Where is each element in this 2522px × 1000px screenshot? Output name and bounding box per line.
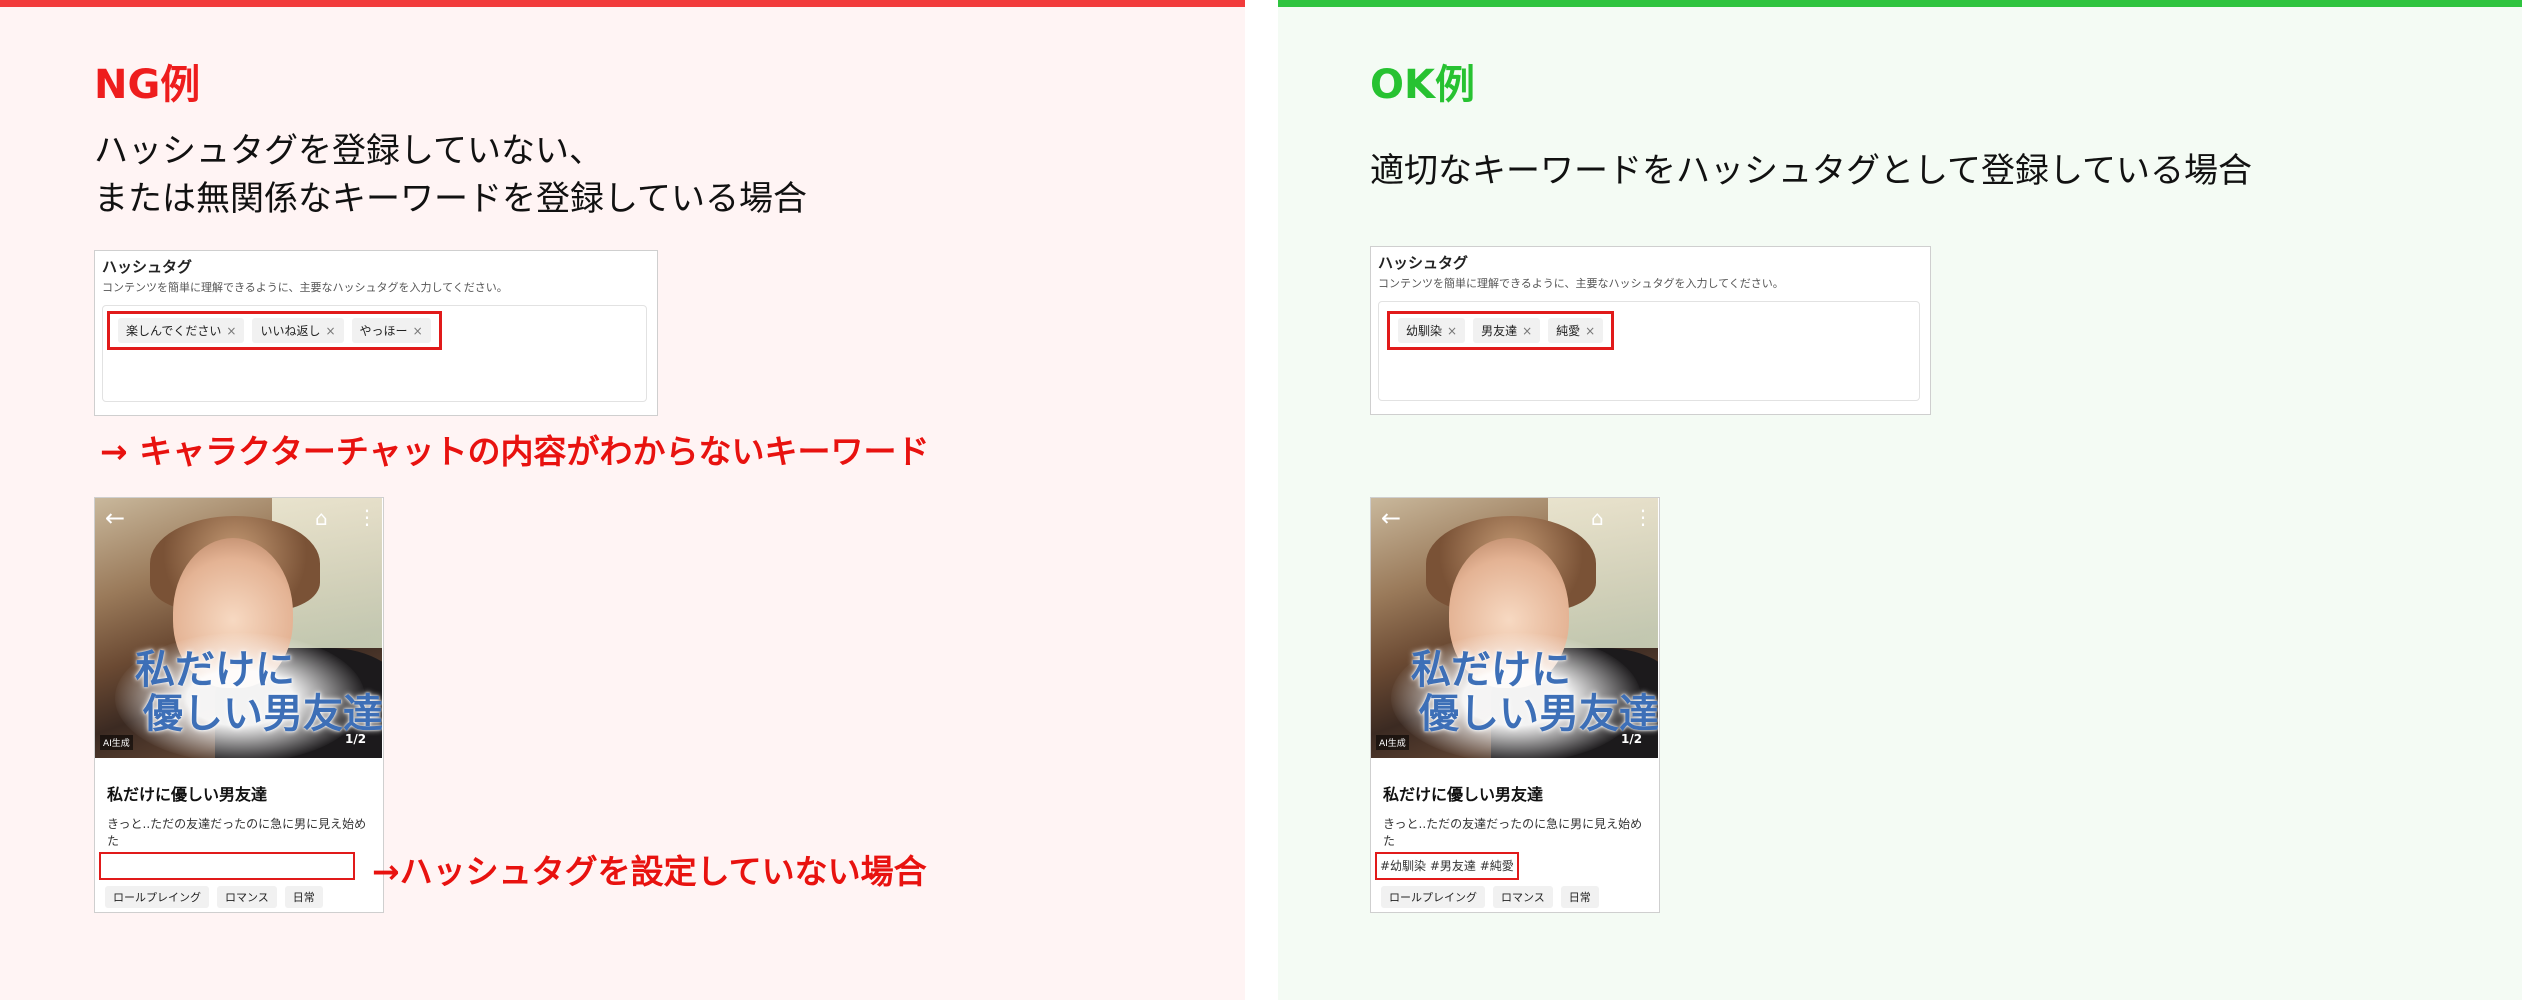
hashtag-chip[interactable]: 楽しんでください × (118, 318, 245, 343)
genre-tags: ロールプレイング ロマンス 日常 (1381, 886, 1599, 908)
hashtag-chip-label: 男友達 (1481, 324, 1518, 338)
genre-tag[interactable]: 日常 (1560, 886, 1599, 908)
hashtag-help-text: コンテンツを簡単に理解できるように、主要なハッシュタグを入力してください。 (1378, 277, 1784, 290)
hashtag-highlight[interactable]: #幼馴染 #男友達 #純愛 (1375, 852, 1519, 880)
image-pager: 1/2 (1621, 732, 1643, 746)
image-title-logo: 私だけに 優しい男友達 (1411, 646, 1658, 737)
genre-tag[interactable]: ロールプレイング (1381, 886, 1485, 908)
ng-description-line: ハッシュタグを登録していない、 (94, 131, 603, 171)
more-vertical-icon[interactable]: ⋮ (357, 505, 377, 529)
ai-generated-badge: AI生成 (1376, 735, 1409, 750)
genre-tags: ロールプレイング ロマンス 日常 (105, 886, 323, 908)
back-arrow-icon[interactable]: ← (105, 504, 125, 532)
genre-tag[interactable]: ロールプレイング (105, 886, 209, 908)
hashtag-chip-label: 純愛 (1556, 324, 1581, 338)
hashtag-label: ハッシュタグ (1378, 254, 1469, 272)
hashtag-chip[interactable]: いいね返し × (252, 318, 344, 343)
close-icon[interactable]: × (325, 324, 335, 338)
genre-tag[interactable]: 日常 (284, 886, 323, 908)
close-icon[interactable]: × (1585, 324, 1595, 338)
genre-tag[interactable]: ロマンス (217, 886, 277, 908)
hashtag-chip-label: 幼馴染 (1406, 324, 1443, 338)
hashtag-highlight-empty (99, 852, 355, 880)
ng-description-line: または無関係なキーワードを登録している場合 (94, 179, 807, 219)
ok-title: OK例 (1370, 62, 1475, 108)
more-vertical-icon[interactable]: ⋮ (1633, 505, 1653, 529)
close-icon[interactable]: × (1522, 324, 1532, 338)
hashtag-help-text: コンテンツを簡単に理解できるように、主要なハッシュタグを入力してください。 (102, 281, 508, 294)
hashtag-chip-label: やっほー (359, 324, 408, 338)
close-icon[interactable]: × (413, 324, 423, 338)
ok-tag-highlight: 幼馴染 × 男友達 × 純愛 × (1387, 311, 1615, 350)
ng-hashtag-annotation: →ハッシュタグを設定していない場合 (372, 852, 927, 891)
hashtag-chip[interactable]: 男友達 × (1473, 318, 1541, 343)
close-icon[interactable]: × (1447, 324, 1457, 338)
genre-tag[interactable]: ロマンス (1493, 886, 1553, 908)
character-image: 私だけに 優しい男友達 ← ⌂ ⋮ AI生成 1/2 (1371, 498, 1658, 758)
character-name: 私だけに優しい男友達 (107, 785, 268, 804)
ok-description-line: 適切なキーワードをハッシュタグとして登録している場合 (1370, 151, 2252, 191)
hashtag-chip[interactable]: 幼馴染 × (1398, 318, 1466, 343)
ng-character-card[interactable]: 私だけに 優しい男友達 ← ⌂ ⋮ AI生成 1/2 私だけに優しい男友達 きっ… (94, 497, 384, 913)
home-icon[interactable]: ⌂ (315, 506, 328, 530)
ng-hashtag-form: ハッシュタグ コンテンツを簡単に理解できるように、主要なハッシュタグを入力してく… (94, 250, 658, 416)
character-description: きっと..ただの友達だったのに急に男に見え始めた (1383, 817, 1643, 848)
ok-description: 適切なキーワードをハッシュタグとして登録している場合 (1370, 147, 2252, 195)
image-title-logo: 私だけに 優しい男友達 (135, 646, 382, 737)
hashtag-label: ハッシュタグ (102, 258, 193, 276)
hashtag-chip[interactable]: 純愛 × (1548, 318, 1604, 343)
character-description: きっと..ただの友達だったのに急に男に見え始めた (107, 817, 367, 848)
ai-generated-badge: AI生成 (100, 735, 133, 750)
ng-title: NG例 (94, 62, 201, 108)
ng-description: ハッシュタグを登録していない、 または無関係なキーワードを登録している場合 (94, 127, 807, 223)
ng-tag-highlight: 楽しんでください × いいね返し × やっほー × (107, 311, 442, 350)
hashtag-chip[interactable]: やっほー × (351, 318, 431, 343)
close-icon[interactable]: × (226, 324, 236, 338)
back-arrow-icon[interactable]: ← (1381, 504, 1401, 532)
ng-keyword-annotation: → キャラクターチャットの内容がわからないキーワード (100, 432, 930, 471)
character-image: 私だけに 優しい男友達 ← ⌂ ⋮ AI生成 1/2 (95, 498, 382, 758)
home-icon[interactable]: ⌂ (1591, 506, 1604, 530)
ok-hashtag-form: ハッシュタグ コンテンツを簡単に理解できるように、主要なハッシュタグを入力してく… (1370, 246, 1931, 415)
hashtag-chip-label: 楽しんでください (126, 324, 222, 338)
ng-panel: NG例 ハッシュタグを登録していない、 または無関係なキーワードを登録している場… (0, 0, 1245, 1000)
ok-character-card[interactable]: 私だけに 優しい男友達 ← ⌂ ⋮ AI生成 1/2 私だけに優しい男友達 きっ… (1370, 497, 1660, 913)
ok-panel: OK例 適切なキーワードをハッシュタグとして登録している場合 ハッシュタグ コン… (1278, 0, 2522, 1000)
hashtag-chip-label: いいね返し (260, 324, 321, 338)
character-name: 私だけに優しい男友達 (1383, 785, 1544, 804)
image-pager: 1/2 (345, 732, 367, 746)
